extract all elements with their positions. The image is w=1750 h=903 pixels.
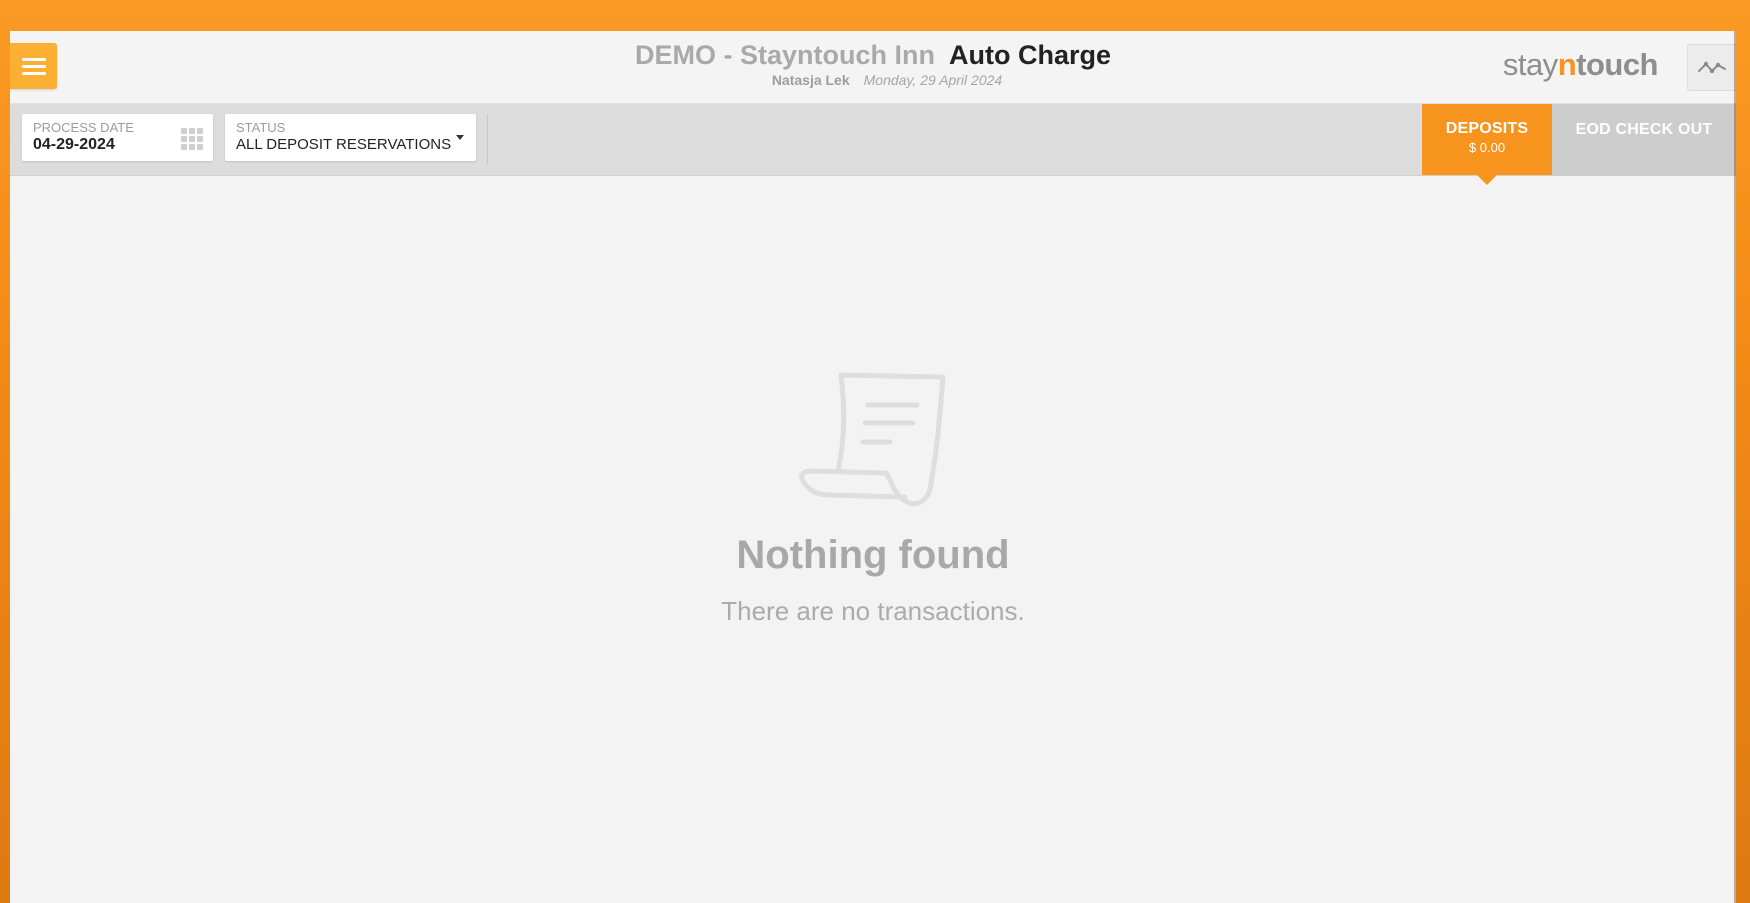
tab-deposits-label: DEPOSITS bbox=[1445, 120, 1529, 137]
tab-deposits[interactable]: DEPOSITS $ 0.00 bbox=[1422, 104, 1552, 185]
title-line: DEMO - Stayntouch Inn Auto Charge bbox=[10, 39, 1736, 71]
logo-part-touch: touch bbox=[1576, 47, 1658, 82]
top-header: DEMO - Stayntouch Inn Auto Charge Natasja… bbox=[10, 31, 1736, 104]
toolbar-divider bbox=[487, 114, 488, 164]
status-value: ALL DEPOSIT RESERVATIONS bbox=[236, 136, 452, 153]
empty-state-title: Nothing found bbox=[736, 533, 1010, 577]
process-date-field[interactable]: PROCESS DATE 04-29-2024 bbox=[22, 114, 213, 161]
status-label: STATUS bbox=[236, 120, 286, 135]
filter-toolbar: PROCESS DATE 04-29-2024 STATUS ALL DEPOS… bbox=[10, 104, 1736, 185]
activity-button[interactable] bbox=[1687, 44, 1736, 91]
page-title: Auto Charge bbox=[949, 40, 1111, 70]
tab-eod-check-out[interactable]: EOD CHECK OUT bbox=[1552, 104, 1736, 175]
tab-eod-label: EOD CHECK OUT bbox=[1575, 121, 1713, 138]
process-date-label: PROCESS DATE bbox=[33, 120, 134, 135]
user-name: Natasja Lek bbox=[771, 72, 850, 88]
receipt-icon bbox=[799, 372, 946, 507]
active-tab-pointer bbox=[1477, 175, 1497, 185]
empty-state: Nothing found There are no transactions. bbox=[10, 371, 1736, 627]
logo-part-n: n bbox=[1557, 47, 1577, 82]
hotel-name: DEMO - Stayntouch Inn bbox=[635, 40, 935, 70]
stayntouch-logo: stayntouch bbox=[1502, 45, 1659, 85]
caret-down-icon bbox=[456, 135, 464, 140]
title-block: DEMO - Stayntouch Inn Auto Charge Natasja… bbox=[10, 39, 1736, 89]
auto-charge-screen: DEMO - Stayntouch Inn Auto Charge Natasja… bbox=[10, 31, 1736, 903]
tab-deposits-amount: $ 0.00 bbox=[1468, 140, 1506, 155]
process-date-value: 04-29-2024 bbox=[33, 136, 115, 153]
status-select[interactable]: STATUS ALL DEPOSIT RESERVATIONS bbox=[225, 114, 476, 161]
window-edge bbox=[1734, 31, 1736, 903]
business-date: Monday, 29 April 2024 bbox=[863, 72, 1003, 88]
user-date-line: Natasja Lek Monday, 29 April 2024 bbox=[38, 71, 1736, 89]
calendar-grid-icon[interactable] bbox=[181, 128, 205, 152]
empty-state-message: There are no transactions. bbox=[721, 596, 1025, 626]
logo-part-stay: stay bbox=[1502, 47, 1558, 82]
activity-line-icon bbox=[1698, 61, 1726, 73]
